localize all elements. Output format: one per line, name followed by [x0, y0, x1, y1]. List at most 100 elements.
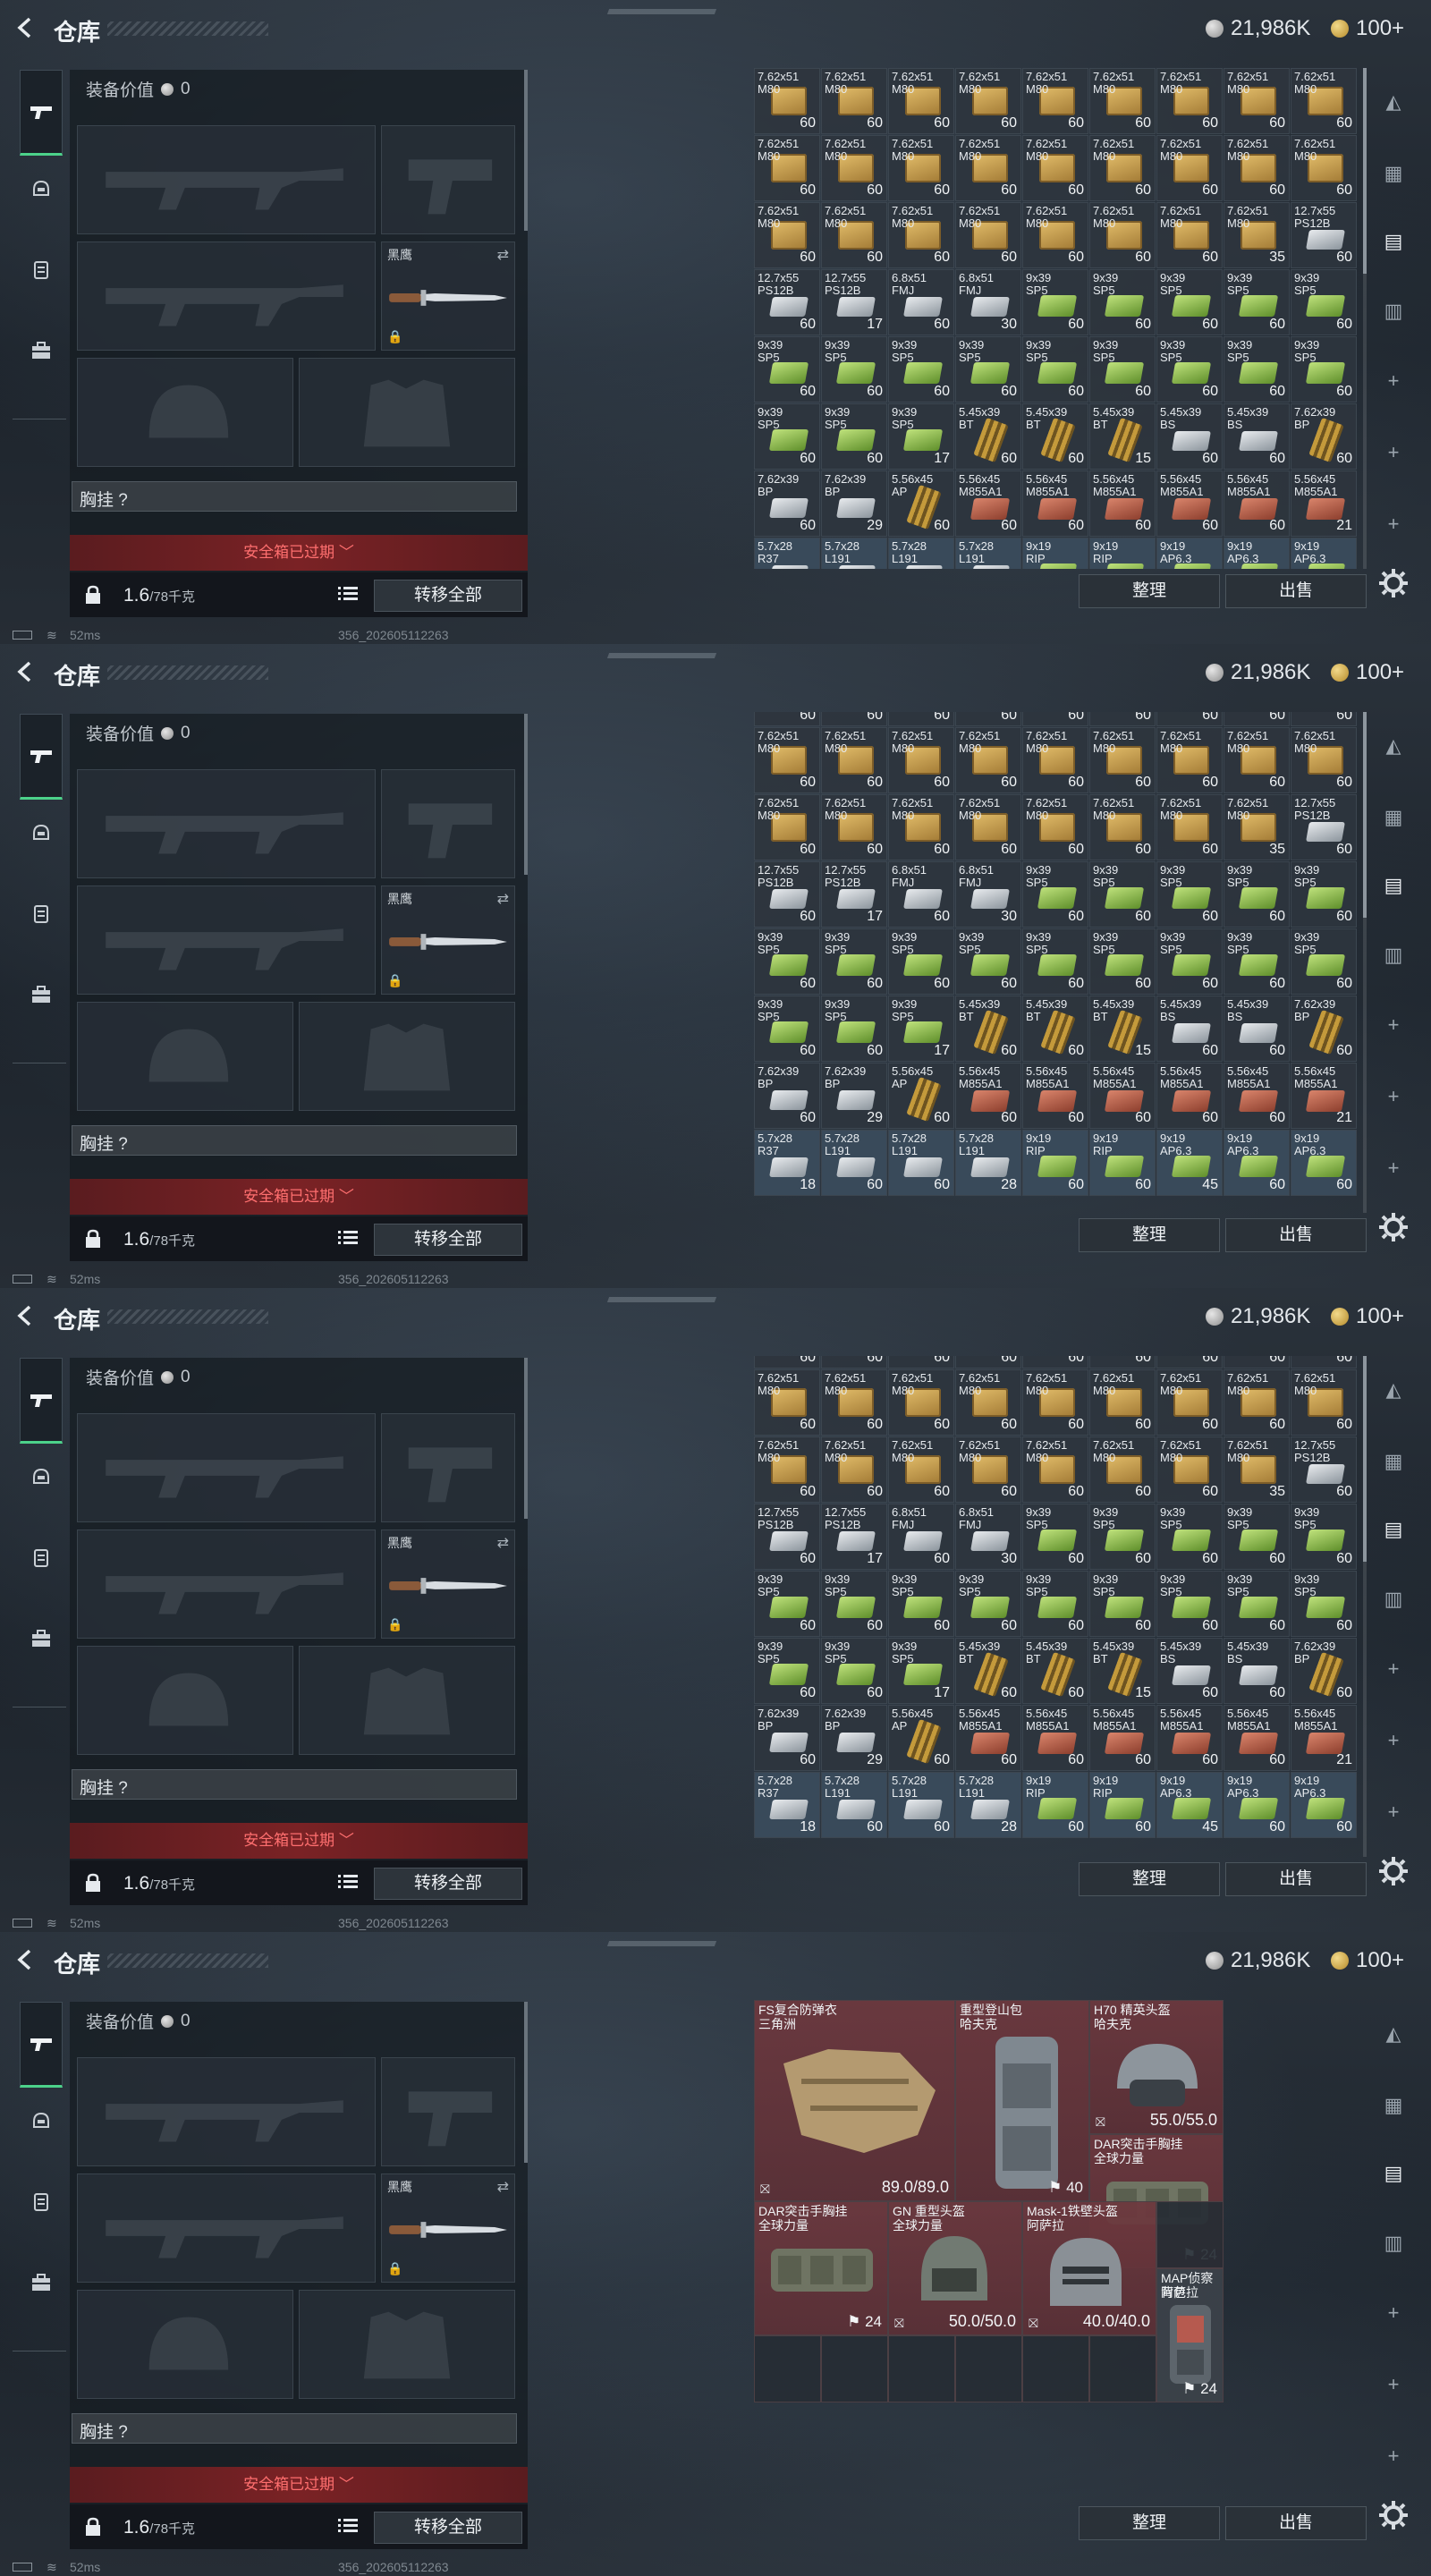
ammo-item[interactable]: 7.62x51M8060	[1089, 1369, 1156, 1436]
ammo-item[interactable]: 6.8x51 FMJ 60	[888, 1504, 954, 1570]
ammo-item[interactable]: 9x39 SP5 60	[754, 928, 820, 995]
ammo-item[interactable]: 7.62x51M8060	[1156, 794, 1223, 860]
ammo-item[interactable]: 9x39 SP5 60	[1089, 1571, 1156, 1637]
ammo-item[interactable]: 9x39 SP5 60	[1156, 336, 1223, 402]
ammo-item[interactable]: 9x39 SP5 60	[955, 1571, 1021, 1637]
melee-slot[interactable]: 黑鹰 ⇄ 🔒	[381, 242, 515, 351]
ammo-item[interactable]: 9x39 SP5 17	[888, 996, 954, 1062]
list-icon[interactable]	[338, 585, 358, 603]
ammo-item[interactable]: 9x19AP6.360	[1291, 1130, 1357, 1196]
sell-button[interactable]: 出售	[1225, 2506, 1367, 2540]
ammo-item[interactable]: 5.45x39 BT 60	[1022, 1638, 1088, 1704]
ammo-item[interactable]: 7.62x51M8060	[821, 1356, 887, 1368]
safe-box-status[interactable]: 安全箱已过期 ﹀	[70, 1823, 528, 1859]
transfer-all-button[interactable]: 转移全部	[374, 1224, 522, 1256]
ammo-item[interactable]: 5.45x39 BS 60	[1224, 1638, 1290, 1704]
ammo-item[interactable]: 7.62x51M8060	[955, 727, 1021, 793]
ammo-item[interactable]: 12.7x55 PS12B 17	[821, 861, 887, 928]
ammo-item[interactable]: 12.7x55 PS12B 60	[1291, 794, 1357, 860]
tab-rig[interactable]	[20, 1537, 63, 1580]
loadout-scrollbar[interactable]	[524, 714, 528, 875]
ammo-item[interactable]: 6.8x51 FMJ 60	[888, 861, 954, 928]
ammo-item[interactable]: 7.62x51M8060	[955, 202, 1021, 268]
gear-item[interactable]: MAP侦察背包 阿萨拉 ⚑ 24	[1156, 2268, 1224, 2402]
ammo-item[interactable]: 9x39 SP5 60	[1022, 861, 1088, 928]
ammo-item[interactable]: 9x39 SP5 60	[754, 403, 820, 470]
ammo-item[interactable]: 7.62x51 M80 35	[1224, 202, 1290, 268]
ammo-item[interactable]: 7.62x51M8060	[754, 202, 820, 268]
ammo-item[interactable]: 9x19AP6.360	[1291, 538, 1357, 569]
ammo-item[interactable]: 7.62x51M8060	[1089, 135, 1156, 201]
ammo-item[interactable]: 9x39 SP5 60	[1291, 928, 1357, 995]
ammo-item[interactable]: 5.45x39 BT 15	[1089, 403, 1156, 470]
ammo-item[interactable]: 7.62x51M8060	[888, 1436, 954, 1503]
ammo-item[interactable]: 9x39 SP5 60	[1089, 928, 1156, 995]
ammo-item[interactable]: 7.62x51M8060	[821, 727, 887, 793]
add-page-icon[interactable]: +	[1377, 1724, 1410, 1757]
ammo-item[interactable]: 7.62x51M8060	[1156, 1436, 1223, 1503]
ammo-item[interactable]: 7.62x39 BP 60	[754, 1705, 820, 1771]
ammo-item[interactable]: 5.45x39 BS 60	[1224, 403, 1290, 470]
ammo-item[interactable]: 7.62x51M8060	[888, 712, 954, 726]
ammo-item[interactable]: 5.45x39 BT 60	[955, 996, 1021, 1062]
ammo-item[interactable]: 7.62x39 BP 60	[1291, 996, 1357, 1062]
sort-button[interactable]: 整理	[1079, 574, 1220, 608]
ammo-item[interactable]: 9x39 SP5 60	[1291, 1504, 1357, 1570]
ammo-item[interactable]: 7.62x51M8060	[821, 68, 887, 134]
ammo-item[interactable]: 12.7x55 PS12B 17	[821, 269, 887, 335]
ammo-item[interactable]: 12.7x55 PS12B 17	[821, 1504, 887, 1570]
back-icon[interactable]	[14, 660, 38, 683]
primary-weapon-slot[interactable]	[77, 1413, 376, 1522]
tab-weapons[interactable]	[20, 714, 63, 800]
ammo-item[interactable]: 7.62x51M8060	[754, 1436, 820, 1503]
settings-gear-icon[interactable]	[1377, 1211, 1410, 1243]
ammo-item[interactable]: 5.56x45 M855A1 60	[1022, 470, 1088, 537]
ammo-item[interactable]: 5.56x45 AP 60	[888, 1063, 954, 1129]
gear-filter-icon[interactable]: ▥	[1377, 295, 1410, 327]
gear-item[interactable]: 重型登山包 哈夫克 ⚑ 40	[955, 2000, 1089, 2201]
ammo-item[interactable]: 7.62x51M8060	[955, 1369, 1021, 1436]
ammo-item[interactable]: 9x19RIP60	[1022, 538, 1088, 569]
ammo-item[interactable]: 9x39 SP5 60	[1089, 861, 1156, 928]
ammo-item[interactable]: 7.62x51M8060	[1022, 1356, 1088, 1368]
ammo-item[interactable]: 7.62x51M8060	[1291, 727, 1357, 793]
ammo-item[interactable]: 5.56x45 M855A1 60	[1089, 1705, 1156, 1771]
ammo-item[interactable]: 12.7x55 PS12B 60	[754, 861, 820, 928]
ammo-item[interactable]: 5.56x45 M855A1 60	[955, 1705, 1021, 1771]
ammo-item[interactable]: 7.62x51M8060	[1022, 727, 1088, 793]
ammo-item[interactable]: 5.7x28L19128	[955, 538, 1021, 569]
ammo-item[interactable]: 9x19AP6.3 45	[1156, 1772, 1223, 1838]
ammo-item[interactable]: 6.8x51 FMJ 30	[955, 1504, 1021, 1570]
ammo-filter-icon[interactable]: ▤	[1377, 2157, 1410, 2190]
ammo-item[interactable]: 7.62x51M8060	[888, 202, 954, 268]
ammo-item[interactable]: 5.56x45 M855A1 60	[1156, 1063, 1223, 1129]
tab-weapons[interactable]	[20, 70, 63, 156]
ammo-item[interactable]: 9x39 SP5 17	[888, 403, 954, 470]
ammo-item[interactable]: 12.7x55 PS12B 60	[1291, 202, 1357, 268]
ammo-item[interactable]: 7.62x51M8060	[821, 712, 887, 726]
empty-slot[interactable]	[821, 2335, 888, 2402]
ammo-item[interactable]: 7.62x51M8060	[1022, 1369, 1088, 1436]
ammo-item[interactable]: 9x39 SP5 60	[1022, 269, 1088, 335]
gear-item[interactable]: DAR突击手胸挂全球力量 ⚑ 24	[754, 2201, 888, 2335]
helmet-slot[interactable]	[77, 1646, 293, 1755]
secondary-weapon-slot[interactable]	[77, 2174, 376, 2283]
ammo-item[interactable]: 9x39 SP5 60	[1291, 336, 1357, 402]
ammo-item[interactable]: 7.62x51M8060	[1224, 68, 1290, 134]
secondary-weapon-slot[interactable]	[77, 886, 376, 995]
settings-gear-icon[interactable]	[1377, 1855, 1410, 1887]
ammo-item[interactable]: 9x39 SP5 17	[888, 1638, 954, 1704]
ammo-item[interactable]: 5.7x28L19160	[821, 538, 887, 569]
ammo-item[interactable]: 6.8x51 FMJ 30	[955, 861, 1021, 928]
ammo-item[interactable]: 7.62x51M8060	[1022, 712, 1088, 726]
ammo-item[interactable]: 7.62x51M8060	[1156, 202, 1223, 268]
loadout-scrollbar[interactable]	[524, 2002, 528, 2163]
ammo-item[interactable]: 5.7x28L19160	[888, 1130, 954, 1196]
ammo-item[interactable]: 5.56x45 M855A1 60	[1156, 470, 1223, 537]
list-icon[interactable]	[338, 1873, 358, 1891]
helmet-slot[interactable]	[77, 358, 293, 467]
gold-currency[interactable]: 100+	[1331, 660, 1404, 685]
ammo-item[interactable]: 5.45x39 BS 60	[1156, 1638, 1223, 1704]
ammo-item[interactable]: 9x39 SP5 60	[888, 336, 954, 402]
ammo-item[interactable]: 6.8x51 FMJ 60	[888, 269, 954, 335]
